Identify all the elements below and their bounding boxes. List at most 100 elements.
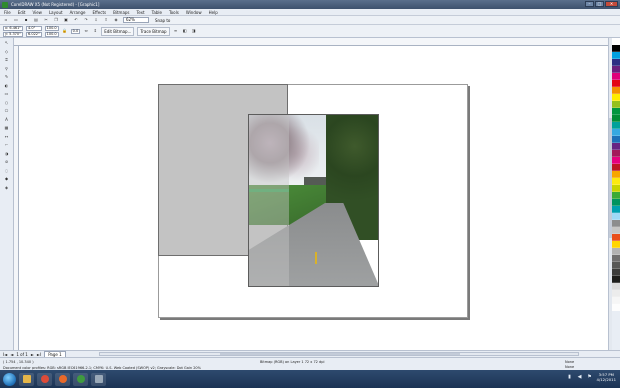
- palette-swatch[interactable]: [612, 276, 620, 283]
- scale-height-field[interactable]: 100.0: [44, 31, 59, 37]
- palette-swatch[interactable]: [612, 115, 620, 122]
- menu-table[interactable]: Table: [152, 10, 162, 15]
- palette-swatch[interactable]: [612, 66, 620, 73]
- taskbar-media[interactable]: [91, 372, 106, 386]
- eyedropper-tool-icon[interactable]: ⊘: [3, 159, 11, 164]
- palette-swatch[interactable]: [612, 157, 620, 164]
- menu-view[interactable]: View: [32, 10, 42, 15]
- prev-page-button[interactable]: ◄: [10, 352, 13, 357]
- trace-bitmap-button[interactable]: Trace Bitmap: [137, 26, 170, 36]
- snap-to-dropdown[interactable]: Snap to: [155, 18, 170, 23]
- palette-swatch[interactable]: [612, 164, 620, 171]
- launcher-icon[interactable]: ◈: [113, 17, 119, 23]
- palette-swatch[interactable]: [612, 87, 620, 94]
- x-position-field[interactable]: x: 6.461": [3, 25, 23, 31]
- table-tool-icon[interactable]: ▦: [3, 125, 11, 130]
- rectangle-tool-icon[interactable]: ▭: [3, 91, 11, 96]
- palette-swatch[interactable]: [612, 220, 620, 227]
- import-icon[interactable]: ⇩: [93, 17, 99, 23]
- palette-swatch[interactable]: [612, 304, 620, 311]
- maximize-button[interactable]: □: [595, 1, 604, 7]
- close-button[interactable]: ✕: [605, 1, 618, 7]
- horizontal-scrollbar[interactable]: [98, 352, 579, 356]
- height-field[interactable]: 6.022": [26, 31, 42, 37]
- outline-tool-icon[interactable]: ◌: [3, 168, 11, 173]
- palette-swatch[interactable]: [612, 199, 620, 206]
- first-page-button[interactable]: I◄: [3, 352, 7, 357]
- shape-tool-icon[interactable]: ◇: [3, 49, 11, 54]
- palette-swatch[interactable]: [612, 122, 620, 129]
- horizontal-ruler[interactable]: [14, 38, 608, 46]
- last-page-button[interactable]: ►I: [37, 352, 41, 357]
- to-front-icon[interactable]: ◧: [182, 28, 188, 34]
- paste-icon[interactable]: ▣: [63, 17, 69, 23]
- menu-tools[interactable]: Tools: [169, 10, 179, 15]
- palette-swatch[interactable]: [612, 171, 620, 178]
- width-field[interactable]: 4.0": [26, 25, 42, 31]
- cut-icon[interactable]: ✂: [43, 17, 49, 23]
- polygon-tool-icon[interactable]: ⬠: [3, 108, 11, 113]
- edit-bitmap-button[interactable]: Edit Bitmap...: [101, 26, 135, 36]
- pick-tool-icon[interactable]: ↖: [3, 40, 11, 45]
- dimension-tool-icon[interactable]: ↔: [3, 134, 11, 139]
- mirror-vertical-icon[interactable]: ⇕: [92, 28, 98, 34]
- palette-swatch[interactable]: [612, 297, 620, 304]
- palette-swatch[interactable]: [612, 290, 620, 297]
- freehand-tool-icon[interactable]: ✎: [3, 74, 11, 79]
- palette-swatch[interactable]: [612, 283, 620, 290]
- palette-swatch[interactable]: [612, 234, 620, 241]
- palette-swatch[interactable]: [612, 59, 620, 66]
- zoom-level-select[interactable]: 62%: [123, 17, 149, 23]
- start-button[interactable]: [3, 372, 16, 386]
- undo-icon[interactable]: ↶: [73, 17, 79, 23]
- palette-swatch[interactable]: [612, 192, 620, 199]
- palette-swatch[interactable]: [612, 73, 620, 80]
- menu-arrange[interactable]: Arrange: [70, 10, 86, 15]
- palette-swatch[interactable]: [612, 94, 620, 101]
- palette-swatch[interactable]: [612, 262, 620, 269]
- menu-layout[interactable]: Layout: [49, 10, 63, 15]
- menu-help[interactable]: Help: [209, 10, 218, 15]
- palette-swatch[interactable]: [612, 45, 620, 52]
- wrap-text-icon[interactable]: ≡: [173, 28, 179, 34]
- palette-swatch[interactable]: [612, 150, 620, 157]
- palette-swatch[interactable]: [612, 101, 620, 108]
- coreldraw-app-icon[interactable]: [2, 1, 8, 8]
- palette-swatch[interactable]: [612, 269, 620, 276]
- palette-swatch[interactable]: [612, 248, 620, 255]
- bitmap-photo-object[interactable]: [248, 114, 379, 287]
- flag-icon[interactable]: ⚑: [587, 374, 593, 380]
- drawing-canvas[interactable]: [19, 46, 608, 350]
- export-icon[interactable]: ⇧: [103, 17, 109, 23]
- palette-swatch[interactable]: [612, 108, 620, 115]
- volume-icon[interactable]: ◀: [577, 374, 583, 380]
- next-page-button[interactable]: ►: [31, 352, 34, 357]
- palette-swatch[interactable]: [612, 143, 620, 150]
- rotation-angle-field[interactable]: 0.0: [70, 28, 81, 34]
- connector-tool-icon[interactable]: ⌐: [3, 142, 11, 147]
- fill-status[interactable]: None: [565, 360, 574, 364]
- palette-swatch[interactable]: [612, 52, 620, 59]
- menu-text[interactable]: Text: [137, 10, 145, 15]
- palette-swatch[interactable]: [612, 80, 620, 87]
- interactive-fill-tool-icon[interactable]: ◈: [3, 185, 11, 190]
- lock-ratio-icon[interactable]: 🔒: [62, 28, 68, 34]
- palette-swatch[interactable]: [612, 178, 620, 185]
- text-tool-icon[interactable]: A: [3, 117, 11, 122]
- menu-edit[interactable]: Edit: [18, 10, 26, 15]
- crop-tool-icon[interactable]: ⌗: [3, 57, 11, 62]
- smart-fill-tool-icon[interactable]: ◐: [3, 83, 11, 88]
- new-icon[interactable]: ▫: [3, 17, 9, 23]
- to-back-icon[interactable]: ◨: [191, 28, 197, 34]
- menu-file[interactable]: File: [4, 10, 11, 15]
- menu-window[interactable]: Window: [186, 10, 202, 15]
- zoom-tool-icon[interactable]: ⚲: [3, 66, 11, 71]
- palette-swatch[interactable]: [612, 255, 620, 262]
- network-icon[interactable]: ▮: [567, 374, 573, 380]
- mirror-horizontal-icon[interactable]: ⇔: [83, 28, 89, 34]
- palette-swatch[interactable]: [612, 227, 620, 234]
- taskbar-clock[interactable]: 3:57 PM 4/12/2011: [597, 372, 616, 382]
- save-icon[interactable]: ▪: [23, 17, 29, 23]
- outline-status[interactable]: None: [565, 365, 574, 369]
- taskbar-coreldraw[interactable]: [73, 372, 88, 386]
